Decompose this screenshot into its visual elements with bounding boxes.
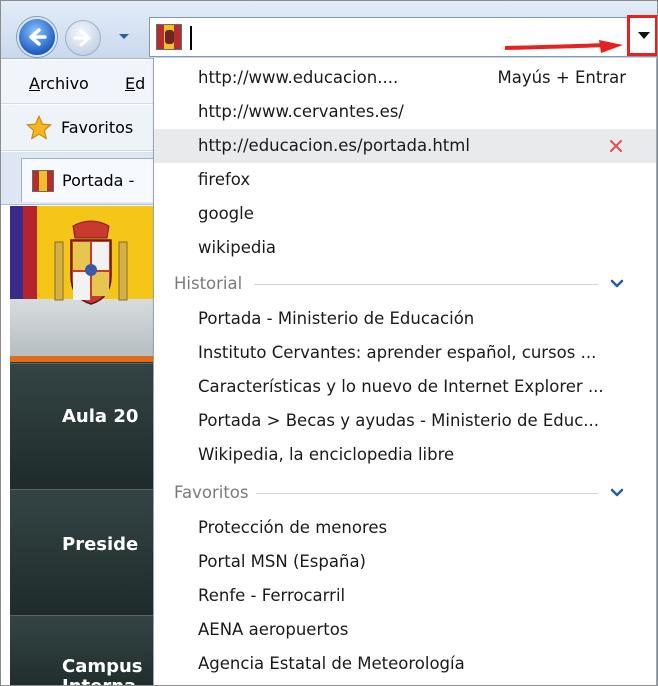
address-autocomplete-dropdown: http://www.educacion.... Mayús + Entrar … <box>153 58 657 685</box>
forward-button[interactable] <box>65 20 101 56</box>
delete-x-icon[interactable] <box>608 138 624 154</box>
history-item[interactable]: Portada - Ministerio de Educación <box>154 302 656 336</box>
url-item[interactable]: google <box>154 197 656 231</box>
chevron-down-icon[interactable] <box>610 278 624 290</box>
url-item[interactable]: wikipedia <box>154 231 656 265</box>
nav-block-presidencia[interactable]: Preside <box>10 489 161 615</box>
url-item[interactable]: firefox <box>154 163 656 197</box>
back-button[interactable] <box>17 17 57 57</box>
favorite-item[interactable]: AENA aeropuertos <box>154 613 656 647</box>
nav-block-aula[interactable]: Aula 20 <box>10 363 161 489</box>
browser-window: Archivo Ed Favoritos Portada - Aula 20 P… <box>0 0 658 686</box>
history-item[interactable]: Portada > Becas y ayudas - Ministerio de… <box>154 404 656 438</box>
chevron-down-icon[interactable] <box>610 487 624 499</box>
address-bar[interactable] <box>149 15 657 57</box>
favorite-item[interactable]: Portal MSN (España) <box>154 545 656 579</box>
section-label: Favoritos <box>174 483 257 502</box>
red-arrow-annotation <box>505 40 623 53</box>
star-icon[interactable] <box>25 114 53 142</box>
address-dropdown-button[interactable] <box>627 15 657 56</box>
triangle-down-icon <box>638 32 650 39</box>
section-favoritos: Favoritos <box>154 476 656 510</box>
site-favicon <box>156 24 182 50</box>
navigation-toolbar <box>1 1 657 59</box>
menu-edicion[interactable]: Ed <box>125 74 145 93</box>
favorites-button[interactable]: Favoritos <box>61 118 133 137</box>
nav-block-campus[interactable]: Campus Interna <box>10 615 161 685</box>
section-label: Historial <box>174 274 251 293</box>
section-historial: Historial <box>154 267 656 301</box>
favorite-item[interactable]: Renfe - Ferrocarril <box>154 579 656 613</box>
tab-label: Portada - <box>62 171 135 190</box>
back-arrow-icon <box>29 28 47 46</box>
forward-arrow-icon <box>73 29 91 47</box>
menu-bar: Archivo Ed <box>1 60 161 104</box>
url-item[interactable]: http://www.cervantes.es/ <box>154 95 656 129</box>
url-item[interactable]: http://www.educacion.... Mayús + Entrar <box>154 61 656 95</box>
coat-of-arms-icon <box>54 220 128 305</box>
history-item[interactable]: Wikipedia, la enciclopedia libre <box>154 438 656 472</box>
url-item-highlighted[interactable]: http://educacion.es/portada.html <box>154 129 656 163</box>
favorite-item[interactable]: Protección de menores <box>154 511 656 545</box>
recent-pages-dropdown-icon[interactable] <box>116 29 132 45</box>
menu-archivo[interactable]: Archivo <box>29 74 89 93</box>
tab-portada[interactable]: Portada - <box>21 158 166 202</box>
tab-favicon <box>32 170 54 192</box>
text-caret <box>190 26 192 50</box>
page-content: Aula 20 Preside Campus Interna <box>10 206 161 685</box>
history-item[interactable]: Instituto Cervantes: aprender español, c… <box>154 336 656 370</box>
favorite-item[interactable]: Agencia Estatal de Meteorología <box>154 647 656 681</box>
history-item[interactable]: Características y lo nuevo de Internet E… <box>154 370 656 404</box>
site-banner <box>10 206 161 356</box>
shortcut-hint: Mayús + Entrar <box>497 68 626 87</box>
